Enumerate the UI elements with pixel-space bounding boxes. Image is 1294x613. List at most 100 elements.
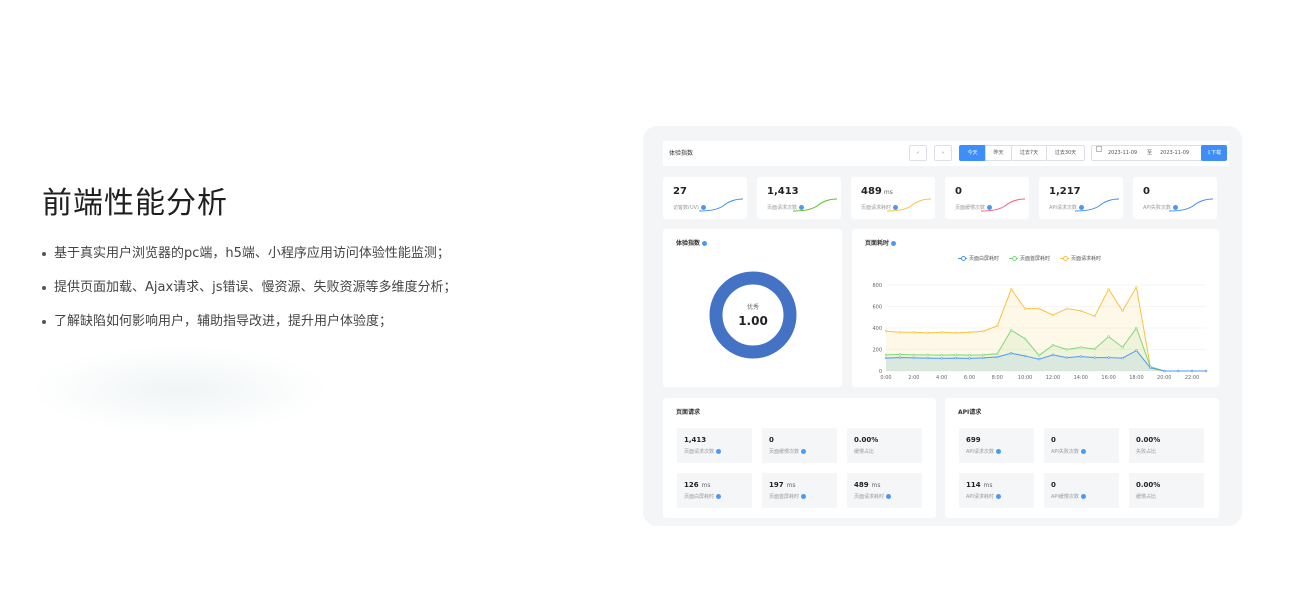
range-yesterday-button[interactable]: 昨天 (985, 145, 1012, 161)
help-icon[interactable] (801, 449, 807, 454)
data-point (1093, 356, 1096, 359)
range-7days-button[interactable]: 过去7天 (1011, 145, 1047, 161)
range-today-button[interactable]: 今天 (959, 145, 986, 161)
page-requests-card: 页面请求 1,413 页面请求次数 0 页面缓慢次数 0.00% 缓慢占比 126 ms 页面… (663, 398, 936, 518)
data-point (1093, 347, 1096, 351)
stat-value: 1,413 (767, 186, 799, 197)
sparkline (1075, 198, 1119, 212)
next-button[interactable]: › (934, 145, 952, 161)
data-point (1079, 309, 1082, 313)
data-point (1190, 369, 1194, 373)
donut-grade: 优秀 (747, 303, 759, 311)
help-icon[interactable] (1080, 494, 1086, 499)
data-point (912, 331, 916, 334)
metric-value: 126 ms (684, 481, 711, 489)
data-point (1135, 349, 1138, 352)
prev-button[interactable]: ‹ (909, 145, 927, 161)
stat-card-page-slow: 0 页面缓慢次数 (945, 177, 1029, 219)
data-point (898, 331, 902, 334)
data-point (1135, 326, 1138, 330)
metric-cell: 699 API请求次数 (959, 428, 1034, 463)
help-icon[interactable] (995, 494, 1001, 499)
hero-title: 前端性能分析 (42, 186, 228, 221)
date-to: 2023-11-09 (1160, 150, 1190, 156)
data-point (982, 353, 985, 357)
date-range-picker[interactable]: 2023-11-09 至 2023-11-09 (1091, 145, 1213, 161)
data-point (1121, 346, 1124, 349)
sparkline (793, 198, 837, 212)
metric-value: 1,413 (684, 436, 707, 444)
stat-card-api-requests: 1,217 API请求次数 (1039, 177, 1123, 219)
stat-value: 0 (1143, 186, 1150, 197)
bullet-icon (42, 320, 46, 324)
data-point (954, 356, 957, 360)
data-point (996, 324, 999, 328)
data-point (884, 330, 888, 333)
background-glow (30, 345, 330, 435)
stat-card-api-failed: 0 API失败次数 (1133, 177, 1217, 219)
bullet-icon (42, 252, 46, 256)
data-point (1051, 353, 1055, 357)
data-point (940, 331, 943, 334)
metric-value: 114 ms (966, 481, 993, 489)
metric-cell: 197 ms 页面首屏耗时 (762, 473, 837, 508)
metric-label: API失败次数 (1051, 448, 1086, 455)
download-button[interactable]: ⇩下载 (1201, 145, 1227, 161)
metric-cell: 0.00% 缓慢占比 (1129, 473, 1204, 508)
data-point (1010, 328, 1013, 332)
feature-item: 基于真实用户浏览器的pc端，h5端、小程序应用访问体验性能监测； (42, 244, 457, 264)
data-point (1037, 307, 1041, 310)
data-point (1023, 337, 1027, 340)
metric-value: 489 ms (854, 481, 881, 489)
metric-label: 页面请求耗时 (854, 493, 892, 500)
sparkline (1169, 198, 1213, 212)
data-point (1121, 356, 1124, 360)
help-icon[interactable] (801, 494, 807, 499)
data-point (940, 353, 943, 357)
data-point (1121, 309, 1124, 313)
data-point (1065, 356, 1069, 359)
feature-item: 了解缺陷如何影响用户，辅助指导改进，提升用户体验度； (42, 312, 457, 332)
help-icon[interactable] (716, 449, 722, 454)
metric-value: 699 (966, 436, 981, 444)
sparkline (887, 198, 931, 212)
metric-cell: 489 ms 页面请求耗时 (847, 473, 922, 508)
help-icon[interactable] (886, 494, 892, 499)
data-point (1051, 343, 1055, 347)
metric-cell: 114 ms API请求耗时 (959, 473, 1034, 508)
data-point (926, 353, 929, 357)
metric-value: 197 ms (769, 481, 796, 489)
data-point (1107, 335, 1110, 338)
help-icon[interactable] (1080, 449, 1086, 454)
page-time-chart: 02004006008000:00 2:00 4:00 6:00 8:00 10:00 12… (872, 283, 1208, 381)
metric-value: 0 (1051, 436, 1056, 444)
metric-value: 0.00% (1136, 436, 1161, 444)
stat-value: 489 ms (861, 186, 893, 197)
data-point (1023, 307, 1027, 310)
card-title: API请求 (958, 409, 982, 416)
data-point (884, 356, 888, 360)
metric-label: 缓慢占比 (1136, 494, 1157, 500)
metric-cell: 1,413 页面请求次数 (677, 428, 752, 463)
metric-cell: 0 API失败次数 (1044, 428, 1119, 463)
metric-cell: 0.00% 失败占比 (1129, 428, 1204, 463)
help-icon[interactable] (995, 449, 1001, 454)
help-icon[interactable] (716, 494, 722, 499)
data-point (968, 331, 971, 334)
feature-text: 基于真实用户浏览器的pc端，h5端、小程序应用访问体验性能监测； (54, 246, 450, 261)
api-requests-card: API请求 699 API请求次数 0 API失败次数 0.00% 失败占比 114 ms A… (945, 398, 1219, 518)
metric-value: 0.00% (1136, 481, 1161, 489)
data-point (1079, 346, 1082, 349)
metric-value: 0 (1051, 481, 1056, 489)
calendar-icon (1096, 146, 1102, 152)
range-30days-button[interactable]: 过去30天 (1046, 145, 1085, 161)
stat-card-page-requests: 1,413 页面请求次数 (757, 177, 841, 219)
y-tick-label: 800 (872, 283, 882, 289)
data-point (1065, 307, 1069, 310)
dashboard-toolbar: 体验指数 ‹ › 今天 昨天 过去7天 过去30天 2023-11-09 至 2… (663, 141, 1229, 166)
card-title: 页面请求 (676, 409, 701, 416)
data-point (1149, 366, 1152, 369)
data-point (1010, 288, 1013, 291)
data-point (1176, 369, 1180, 373)
page-time-card: 页面耗时 页面白屏耗时 页面首屏耗时 页面请求耗时 0 200 400 600 800 0… (852, 229, 1219, 387)
